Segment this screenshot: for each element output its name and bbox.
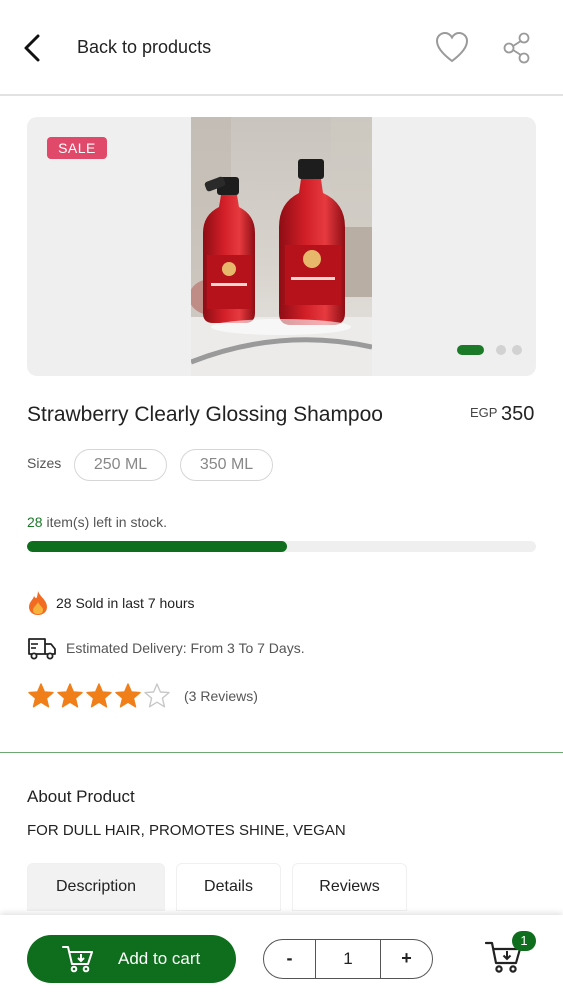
share-button[interactable]	[500, 30, 534, 66]
carousel-dot-2[interactable]	[496, 345, 506, 355]
share-icon	[503, 32, 530, 64]
fire-icon	[29, 591, 47, 615]
add-to-cart-button[interactable]: Add to cart	[27, 935, 236, 983]
product-image-carousel[interactable]: SALE	[27, 117, 536, 376]
add-to-cart-icon	[62, 946, 93, 973]
tab-details[interactable]: Details	[176, 863, 281, 911]
delivery-row: Estimated Delivery: From 3 To 7 Days.	[27, 634, 305, 662]
carousel-dot-1[interactable]	[457, 345, 484, 355]
delivery-truck-icon	[28, 638, 56, 660]
favorite-button[interactable]	[434, 30, 470, 66]
size-option-350ml[interactable]: 350 ML	[180, 449, 273, 481]
increment-button[interactable]: +	[381, 940, 432, 978]
chevron-left-icon	[24, 34, 40, 62]
price-value: 350	[501, 403, 535, 425]
rating-row[interactable]: (3 Reviews)	[27, 682, 258, 710]
star-empty-icon	[144, 683, 170, 708]
star-filled-icon	[57, 683, 83, 708]
product-photo	[191, 117, 372, 376]
heart-icon	[435, 31, 469, 63]
size-option-250ml[interactable]: 250 ML	[74, 449, 167, 481]
quantity-value[interactable]: 1	[315, 940, 381, 978]
product-title: Strawberry Clearly Glossing Shampoo	[27, 403, 383, 426]
back-button[interactable]	[14, 28, 50, 68]
sold-text: 28 Sold in last 7 hours	[56, 595, 195, 611]
about-product-heading: About Product	[27, 787, 135, 806]
stock-text: 28 item(s) left in stock.	[27, 514, 167, 530]
sold-recently-row: 28 Sold in last 7 hours	[27, 590, 195, 616]
stock-suffix: item(s) left in stock.	[42, 514, 168, 530]
price-currency: EGP	[470, 405, 498, 420]
bottom-action-bar: Add to cart - 1 + 1	[0, 915, 563, 1000]
sale-badge: SALE	[47, 137, 107, 159]
star-filled-icon	[28, 683, 54, 708]
quantity-stepper: - 1 +	[263, 939, 433, 979]
stock-count: 28	[27, 514, 43, 530]
add-to-cart-label: Add to cart	[118, 949, 201, 968]
star-filled-icon	[86, 683, 112, 708]
stock-progress-fill	[27, 541, 287, 552]
section-divider	[0, 752, 563, 753]
decrement-button[interactable]: -	[264, 940, 315, 978]
back-to-products-label[interactable]: Back to products	[77, 37, 211, 58]
carousel-dot-3[interactable]	[512, 345, 522, 355]
tab-reviews[interactable]: Reviews	[292, 863, 407, 911]
star-filled-icon	[115, 683, 141, 708]
about-product-description: FOR DULL HAIR, PROMOTES SHINE, VEGAN	[27, 822, 346, 839]
cart-count-badge: 1	[512, 931, 536, 951]
star-rating	[27, 682, 172, 710]
stock-progress-bar	[27, 541, 536, 552]
delivery-text: Estimated Delivery: From 3 To 7 Days.	[66, 640, 305, 656]
top-app-bar: Back to products	[0, 0, 563, 96]
tab-description[interactable]: Description	[27, 863, 165, 911]
reviews-count[interactable]: (3 Reviews)	[184, 688, 258, 704]
sizes-label: Sizes	[27, 455, 62, 471]
